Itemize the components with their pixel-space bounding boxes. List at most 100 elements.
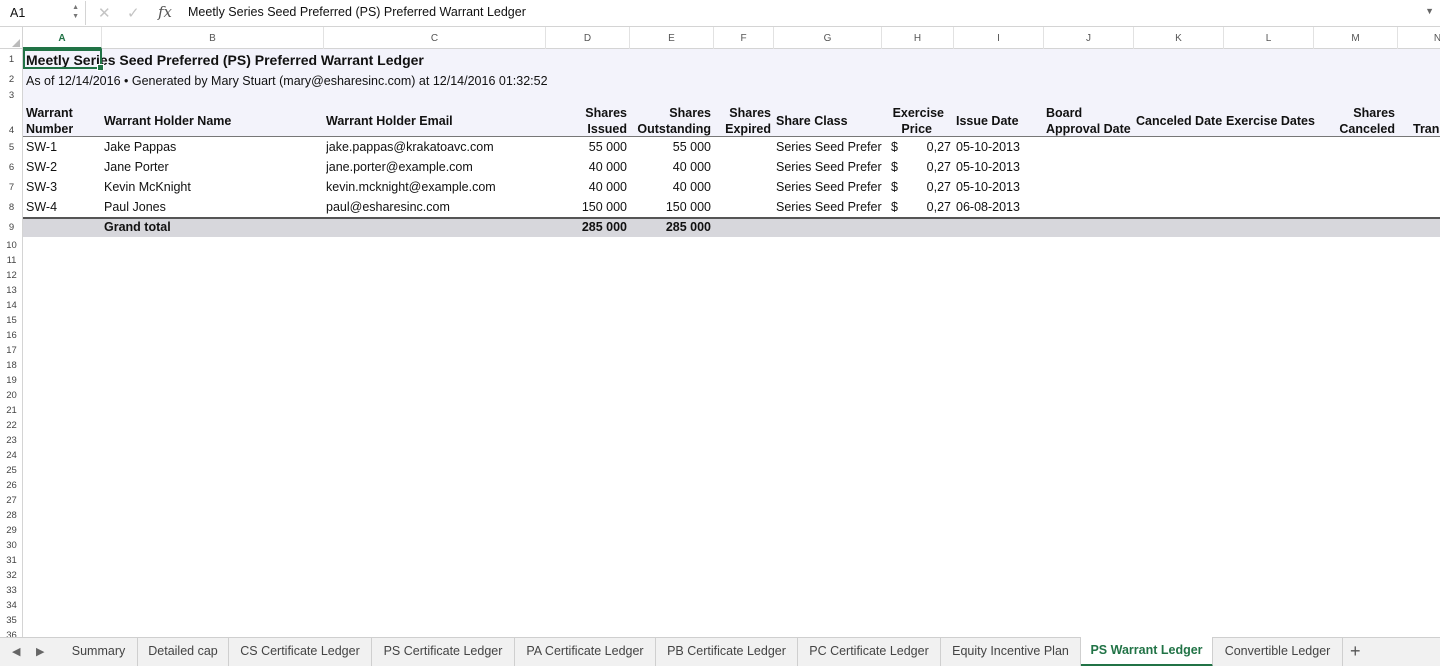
spreadsheet-grid[interactable]: A B C D E F G H I J K L M N 1 2 3 4 5 6 7 8 9 10 1…: [0, 27, 1440, 637]
column-header-j[interactable]: J: [1044, 27, 1134, 49]
row-header[interactable]: 30: [0, 537, 23, 552]
header-shares-canceled-line1[interactable]: Shares: [1314, 106, 1395, 120]
row-header[interactable]: 11: [0, 252, 23, 267]
cell-holder-name[interactable]: Jane Porter: [104, 160, 169, 174]
column-header-h[interactable]: H: [882, 27, 954, 49]
row-header[interactable]: 16: [0, 327, 23, 342]
row-header[interactable]: 26: [0, 477, 23, 492]
cell-shares-outstanding[interactable]: 40 000: [630, 180, 711, 194]
cell-share-class[interactable]: Series Seed Preferr: [776, 200, 882, 214]
header-holder-name[interactable]: Warrant Holder Name: [104, 114, 231, 128]
column-header-f[interactable]: F: [714, 27, 774, 49]
cell-warrant-number[interactable]: SW-4: [26, 200, 57, 214]
row-header[interactable]: 5: [0, 137, 23, 157]
sheet-title[interactable]: Meetly Series Seed Preferred (PS) Prefer…: [26, 52, 424, 68]
cell-holder-name[interactable]: Jake Pappas: [104, 140, 176, 154]
cell-issue-date[interactable]: 05-10-2013: [956, 140, 1020, 154]
cell-shares-outstanding[interactable]: 40 000: [630, 160, 711, 174]
header-shares-transferred[interactable]: Trans: [1413, 122, 1440, 136]
header-board-approval-line1[interactable]: Board: [1046, 106, 1082, 120]
tab-detailed-cap[interactable]: Detailed cap: [138, 638, 229, 666]
check-icon[interactable]: ✓: [127, 4, 140, 22]
cell-warrant-number[interactable]: SW-3: [26, 180, 57, 194]
header-shares-issued-line2[interactable]: Issued: [546, 122, 627, 136]
cell-exercise-price[interactable]: 0,27: [903, 140, 951, 154]
cell-share-class[interactable]: Series Seed Preferr: [776, 180, 882, 194]
cell-warrant-number[interactable]: SW-2: [26, 160, 57, 174]
tab-pa-certificate-ledger[interactable]: PA Certificate Ledger: [515, 638, 656, 666]
row-header[interactable]: 19: [0, 372, 23, 387]
cell-currency[interactable]: $: [891, 160, 898, 174]
name-box[interactable]: A1 ▲ ▼: [0, 1, 86, 25]
cell-shares-outstanding[interactable]: 55 000: [630, 140, 711, 154]
tab-ps-warrant-ledger[interactable]: PS Warrant Ledger: [1081, 637, 1213, 666]
tab-pb-certificate-ledger[interactable]: PB Certificate Ledger: [656, 638, 798, 666]
cell-holder-email[interactable]: paul@esharesinc.com: [326, 200, 450, 214]
row-header[interactable]: 29: [0, 522, 23, 537]
total-label[interactable]: Grand total: [104, 220, 171, 234]
cell-issue-date[interactable]: 05-10-2013: [956, 180, 1020, 194]
cell-holder-email[interactable]: jake.pappas@krakatoavc.com: [326, 140, 494, 154]
row-header[interactable]: 2: [0, 69, 23, 89]
row-header[interactable]: 34: [0, 597, 23, 612]
header-exercise-price-line1[interactable]: Exercise: [882, 106, 944, 120]
cell-share-class[interactable]: Series Seed Preferr: [776, 140, 882, 154]
header-shares-expired-line2[interactable]: Expired: [714, 122, 771, 136]
row-header[interactable]: 12: [0, 267, 23, 282]
header-warrant-number-line1[interactable]: Warrant: [26, 106, 73, 120]
cell-exercise-price[interactable]: 0,27: [903, 160, 951, 174]
formula-input[interactable]: Meetly Series Seed Preferred (PS) Prefer…: [188, 5, 526, 19]
row-header[interactable]: 10: [0, 237, 23, 252]
header-exercise-dates[interactable]: Exercise Dates: [1226, 114, 1315, 128]
tab-ps-certificate-ledger[interactable]: PS Certificate Ledger: [372, 638, 515, 666]
row-header[interactable]: 7: [0, 177, 23, 197]
cell-area[interactable]: Meetly Series Seed Preferred (PS) Prefer…: [23, 49, 1440, 637]
row-header[interactable]: 27: [0, 492, 23, 507]
close-icon[interactable]: ✕: [98, 4, 111, 22]
cell-share-class[interactable]: Series Seed Preferr: [776, 160, 882, 174]
row-header[interactable]: 23: [0, 432, 23, 447]
cell-issue-date[interactable]: 06-08-2013: [956, 200, 1020, 214]
cell-currency[interactable]: $: [891, 200, 898, 214]
column-header-i[interactable]: I: [954, 27, 1044, 49]
triangle-right-icon[interactable]: ▶: [36, 645, 44, 658]
add-sheet-button[interactable]: +: [1350, 641, 1361, 662]
cell-exercise-price[interactable]: 0,27: [903, 200, 951, 214]
header-shares-expired-line1[interactable]: Shares: [714, 106, 771, 120]
column-header-g[interactable]: G: [774, 27, 882, 49]
row-header[interactable]: 9: [0, 217, 23, 237]
header-board-approval-line2[interactable]: Approval Date: [1046, 122, 1131, 136]
header-canceled-date[interactable]: Canceled Date: [1136, 114, 1222, 128]
total-shares-outstanding[interactable]: 285 000: [630, 220, 711, 234]
cell-holder-email[interactable]: kevin.mcknight@example.com: [326, 180, 496, 194]
row-header[interactable]: 31: [0, 552, 23, 567]
cell-warrant-number[interactable]: SW-1: [26, 140, 57, 154]
select-all-button[interactable]: [0, 27, 23, 49]
cell-shares-issued[interactable]: 150 000: [546, 200, 627, 214]
row-header[interactable]: 24: [0, 447, 23, 462]
total-shares-issued[interactable]: 285 000: [546, 220, 627, 234]
row-header[interactable]: 18: [0, 357, 23, 372]
row-header[interactable]: 35: [0, 612, 23, 627]
row-header[interactable]: 32: [0, 567, 23, 582]
column-header-e[interactable]: E: [630, 27, 714, 49]
cell-shares-issued[interactable]: 55 000: [546, 140, 627, 154]
cell-shares-outstanding[interactable]: 150 000: [630, 200, 711, 214]
column-header-a[interactable]: A: [23, 27, 102, 49]
row-header[interactable]: 17: [0, 342, 23, 357]
row-header[interactable]: 3: [0, 89, 23, 101]
row-header[interactable]: 36: [0, 627, 23, 637]
row-header[interactable]: 28: [0, 507, 23, 522]
cell-shares-issued[interactable]: 40 000: [546, 180, 627, 194]
row-header[interactable]: 8: [0, 197, 23, 217]
header-exercise-price-line2[interactable]: Price: [882, 122, 932, 136]
row-header[interactable]: 21: [0, 402, 23, 417]
cell-exercise-price[interactable]: 0,27: [903, 180, 951, 194]
column-header-n[interactable]: N: [1398, 27, 1440, 49]
chevron-down-icon[interactable]: ▼: [1425, 6, 1434, 16]
cell-issue-date[interactable]: 05-10-2013: [956, 160, 1020, 174]
row-header[interactable]: 22: [0, 417, 23, 432]
header-share-class[interactable]: Share Class: [776, 114, 848, 128]
header-shares-outstanding-line2[interactable]: Outstanding: [630, 122, 711, 136]
row-header[interactable]: 25: [0, 462, 23, 477]
